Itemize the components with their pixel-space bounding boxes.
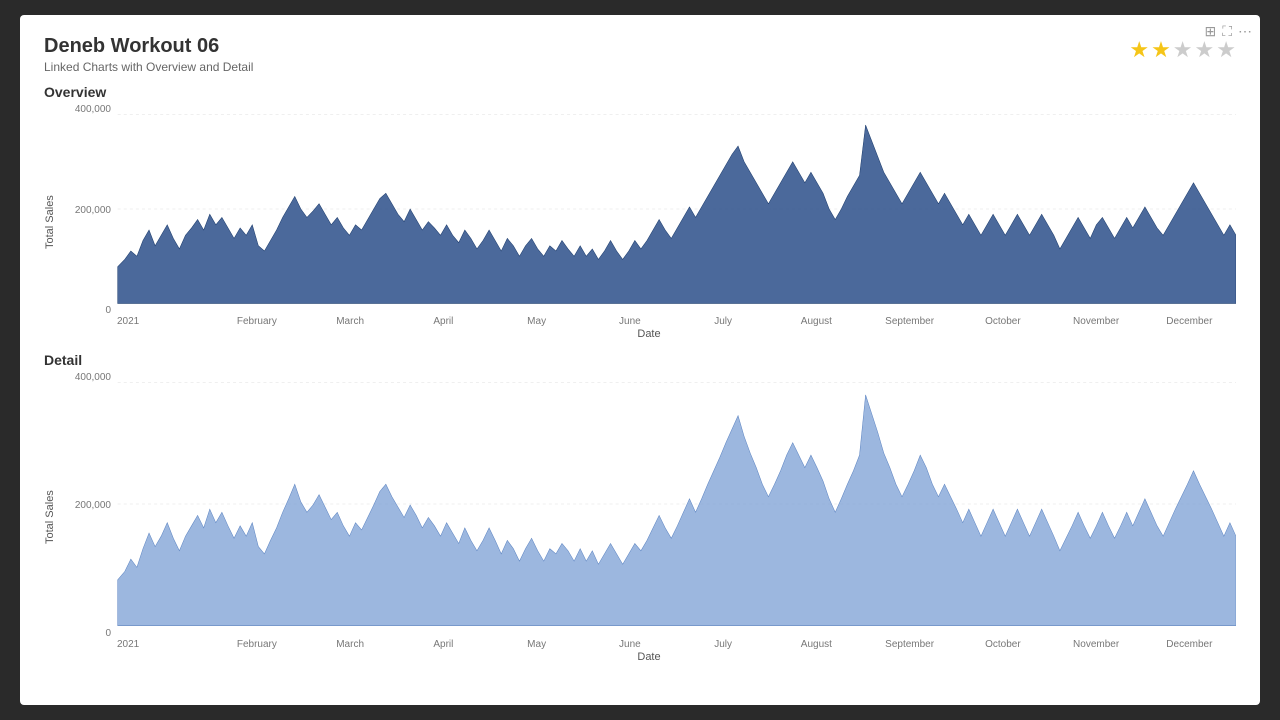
menu-icon[interactable]: ⋯ xyxy=(1238,23,1252,40)
star-3[interactable]: ★ xyxy=(1173,39,1193,61)
detail-x-apr: April xyxy=(397,639,490,650)
detail-x-sep: September xyxy=(863,639,956,650)
overview-x-title: Date xyxy=(62,328,1236,340)
overview-x-aug: August xyxy=(770,316,863,327)
page-title: Deneb Workout 06 xyxy=(44,35,253,58)
overview-chart-container: Overview Total Sales 400,000 200,000 0 xyxy=(44,84,1236,340)
detail-x-feb: February xyxy=(210,639,303,650)
detail-x-jul: July xyxy=(677,639,770,650)
overview-chart-inner: 400,000 200,000 0 2021 February March xyxy=(62,104,1236,340)
overview-x-oct: October xyxy=(956,316,1049,327)
overview-y-axis: 400,000 200,000 0 xyxy=(62,104,117,316)
overview-y-0: 0 xyxy=(105,305,111,316)
star-5[interactable]: ★ xyxy=(1216,39,1236,61)
overview-x-2021: 2021 xyxy=(117,316,210,327)
detail-x-nov: November xyxy=(1050,639,1143,650)
overview-x-labels: 2021 February March April May June July … xyxy=(117,316,1236,327)
overview-y-400k: 400,000 xyxy=(75,104,111,115)
detail-x-oct: October xyxy=(956,639,1049,650)
detail-label: Detail xyxy=(44,352,1236,368)
detail-svg xyxy=(62,372,1236,637)
overview-x-apr: April xyxy=(397,316,490,327)
star-2[interactable]: ★ xyxy=(1151,39,1171,61)
overview-svg xyxy=(62,104,1236,314)
title-block: Deneb Workout 06 Linked Charts with Over… xyxy=(44,35,253,74)
detail-x-title: Date xyxy=(62,651,1236,663)
detail-y-400k: 400,000 xyxy=(75,372,111,383)
star-rating[interactable]: ★ ★ ★ ★ ★ xyxy=(1129,39,1236,61)
detail-chart-container: Detail Total Sales 400,000 200,000 0 xyxy=(44,352,1236,663)
overview-x-may: May xyxy=(490,316,583,327)
overview-x-jul: July xyxy=(677,316,770,327)
fullscreen-icon[interactable]: ⛶ xyxy=(1222,23,1232,40)
detail-y-200k: 200,000 xyxy=(75,500,111,511)
detail-x-may: May xyxy=(490,639,583,650)
overview-x-nov: November xyxy=(1050,316,1143,327)
toolbar-icons: ⊞ ⛶ ⋯ xyxy=(1204,23,1252,40)
header: Deneb Workout 06 Linked Charts with Over… xyxy=(44,35,1236,74)
overview-y-200k: 200,000 xyxy=(75,205,111,216)
detail-x-labels: 2021 February March April May June July … xyxy=(117,639,1236,650)
overview-label: Overview xyxy=(44,84,1236,100)
overview-y-axis-title: Total Sales xyxy=(44,104,62,340)
layout-icon[interactable]: ⊞ xyxy=(1204,23,1216,40)
detail-y-0: 0 xyxy=(105,628,111,639)
detail-x-2021: 2021 xyxy=(117,639,210,650)
detail-chart-area: Total Sales 400,000 200,000 0 202 xyxy=(44,372,1236,663)
star-1[interactable]: ★ xyxy=(1129,39,1149,61)
detail-x-aug: August xyxy=(770,639,863,650)
star-4[interactable]: ★ xyxy=(1195,39,1215,61)
overview-x-feb: February xyxy=(210,316,303,327)
overview-chart-area: Total Sales 400,000 200,000 0 202 xyxy=(44,104,1236,340)
overview-x-sep: September xyxy=(863,316,956,327)
main-container: ⊞ ⛶ ⋯ Deneb Workout 06 Linked Charts wit… xyxy=(20,15,1260,705)
overview-x-dec: December xyxy=(1143,316,1236,327)
detail-y-axis: 400,000 200,000 0 xyxy=(62,372,117,639)
page-subtitle: Linked Charts with Overview and Detail xyxy=(44,60,253,74)
detail-x-jun: June xyxy=(583,639,676,650)
detail-x-mar: March xyxy=(304,639,397,650)
overview-x-jun: June xyxy=(583,316,676,327)
detail-y-axis-title: Total Sales xyxy=(44,372,62,663)
overview-x-mar: March xyxy=(304,316,397,327)
detail-chart-inner: 400,000 200,000 0 2021 February March xyxy=(62,372,1236,663)
detail-x-dec: December xyxy=(1143,639,1236,650)
